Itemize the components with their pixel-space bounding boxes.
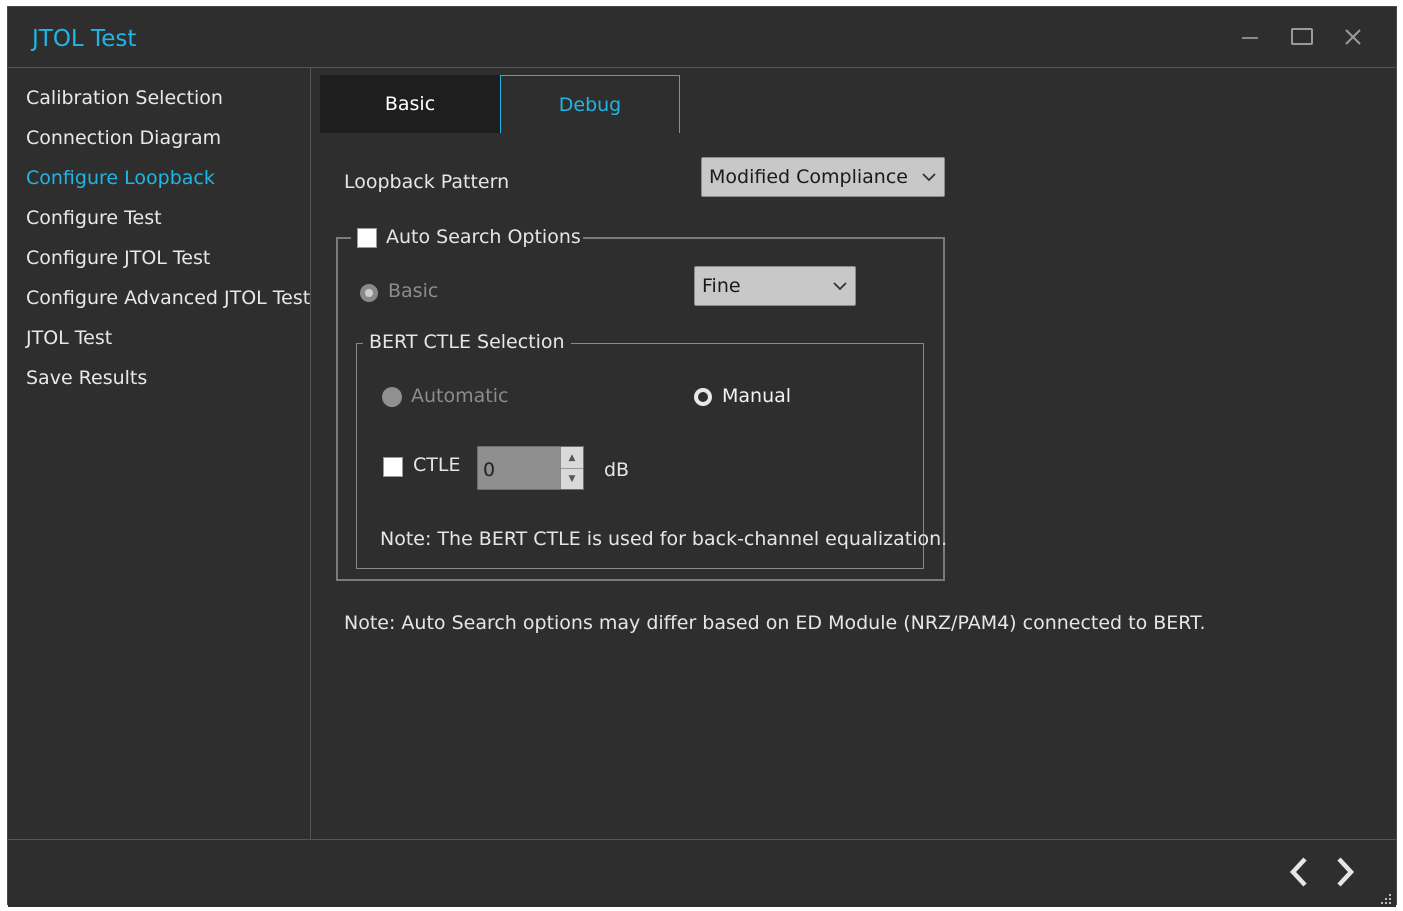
search-precision-value: Fine bbox=[702, 275, 741, 297]
sidebar-item-connection-diagram[interactable]: Connection Diagram bbox=[26, 124, 221, 152]
sidebar-item-calibration-selection[interactable]: Calibration Selection bbox=[26, 84, 223, 112]
auto-search-checkbox[interactable] bbox=[357, 228, 377, 248]
bert-ctle-title: BERT CTLE Selection bbox=[363, 331, 571, 353]
ctle-label: CTLE bbox=[413, 454, 461, 476]
ctle-checkbox[interactable] bbox=[383, 457, 403, 477]
sidebar-nav: Calibration Selection Connection Diagram… bbox=[8, 67, 311, 839]
ctle-value: 0 bbox=[483, 459, 496, 481]
sidebar-item-save-results[interactable]: Save Results bbox=[26, 364, 147, 392]
search-precision-select[interactable]: Fine bbox=[694, 266, 856, 306]
title-bar: JTOL Test bbox=[8, 7, 1396, 68]
tab-debug[interactable]: Debug bbox=[500, 75, 680, 133]
sidebar-item-jtol-test[interactable]: JTOL Test bbox=[26, 324, 112, 352]
tab-basic[interactable]: Basic bbox=[320, 75, 500, 133]
resize-grip-icon[interactable] bbox=[1377, 889, 1393, 905]
manual-radio-label: Manual bbox=[722, 385, 792, 407]
sidebar-item-configure-loopback[interactable]: Configure Loopback bbox=[26, 164, 215, 192]
auto-search-label: Auto Search Options bbox=[386, 226, 581, 248]
automatic-radio-label: Automatic bbox=[411, 385, 509, 407]
bert-ctle-note: Note: The BERT CTLE is used for back-cha… bbox=[380, 528, 948, 550]
basic-radio[interactable] bbox=[360, 284, 378, 302]
basic-radio-label: Basic bbox=[388, 280, 439, 302]
manual-radio[interactable] bbox=[694, 388, 712, 406]
auto-search-legend: Auto Search Options bbox=[351, 221, 583, 253]
ctle-unit-label: dB bbox=[604, 459, 630, 481]
app-window: JTOL Test Calibration Selection Connecti… bbox=[7, 6, 1397, 907]
chevron-down-icon bbox=[833, 267, 847, 305]
window-title: JTOL Test bbox=[32, 26, 137, 52]
loopback-pattern-select[interactable]: Modified Compliance bbox=[701, 157, 945, 197]
main-content: Basic Debug Loopback Pattern Modified Co… bbox=[311, 67, 1396, 839]
chevron-down-icon bbox=[922, 158, 936, 196]
loopback-pattern-value: Modified Compliance bbox=[709, 166, 908, 188]
forward-arrow-icon[interactable] bbox=[1327, 850, 1363, 894]
spin-up-icon[interactable]: ▲ bbox=[561, 447, 583, 469]
spin-down-icon[interactable]: ▼ bbox=[561, 468, 583, 489]
maximize-icon[interactable] bbox=[1284, 21, 1320, 53]
ctle-value-spinbox[interactable]: 0 ▲ ▼ bbox=[477, 446, 584, 490]
minimize-icon[interactable] bbox=[1232, 21, 1268, 53]
sidebar-item-configure-test[interactable]: Configure Test bbox=[26, 204, 162, 232]
auto-search-note: Note: Auto Search options may differ bas… bbox=[344, 612, 1206, 634]
sidebar-item-configure-advanced-jtol-test[interactable]: Configure Advanced JTOL Test bbox=[26, 284, 310, 312]
loopback-pattern-label: Loopback Pattern bbox=[344, 171, 510, 193]
back-arrow-icon[interactable] bbox=[1281, 850, 1317, 894]
automatic-radio[interactable] bbox=[382, 387, 402, 407]
spinbox-buttons: ▲ ▼ bbox=[560, 447, 583, 489]
close-icon[interactable] bbox=[1335, 21, 1371, 53]
sidebar-item-configure-jtol-test[interactable]: Configure JTOL Test bbox=[26, 244, 210, 272]
footer-bar bbox=[8, 839, 1396, 907]
